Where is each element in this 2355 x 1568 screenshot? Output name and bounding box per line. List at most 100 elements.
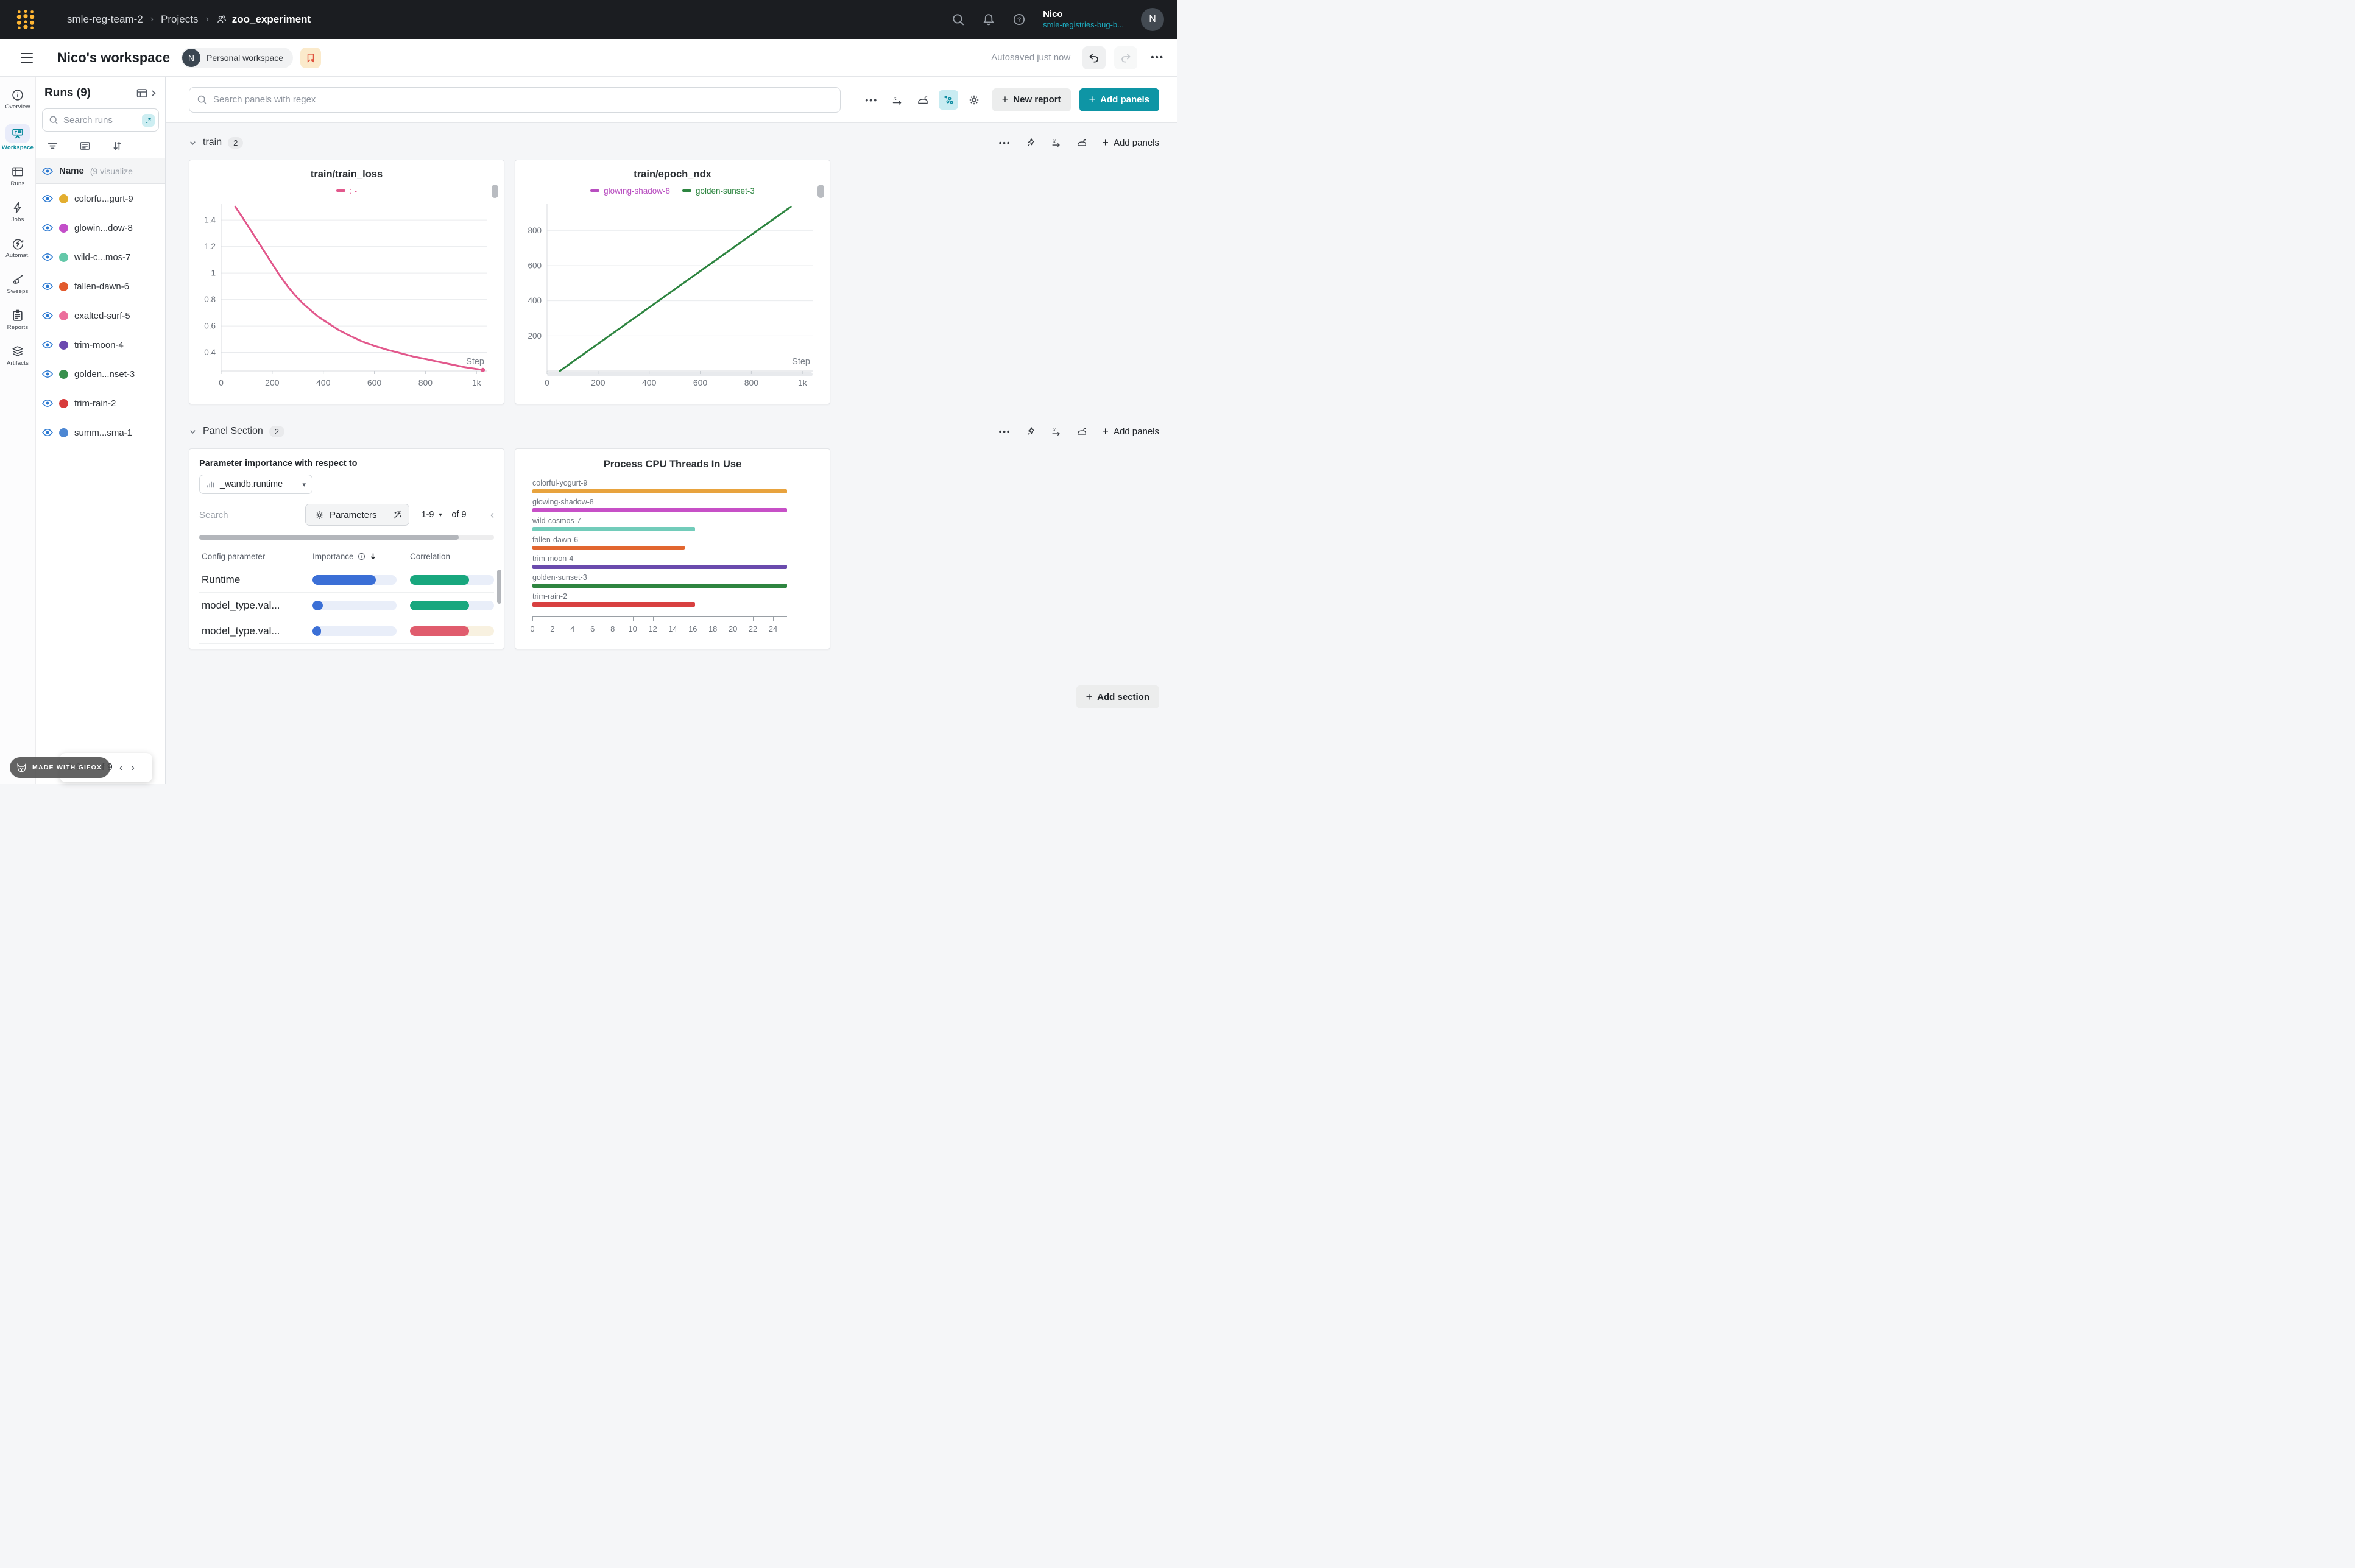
visibility-eye-icon[interactable] [42,194,53,203]
cpu-bar[interactable] [532,546,685,550]
collapse-chevron-icon[interactable] [189,428,197,436]
param-table-row[interactable]: model_type.val... [199,593,494,618]
param-pagination[interactable]: 1-9▼ of 9 [422,510,467,520]
clear-workspace-button[interactable] [300,48,321,68]
cpu-bar[interactable] [532,527,695,531]
new-report-button[interactable]: +New report [992,88,1071,111]
magic-wand-button[interactable] [386,504,409,525]
visibility-eye-icon[interactable] [42,167,53,175]
breadcrumb-project[interactable]: zoo_experiment [216,13,311,26]
section-title[interactable]: train [203,137,222,148]
notifications-bell-icon[interactable] [982,13,995,26]
cpu-bar[interactable] [532,602,695,607]
target-metric-dropdown[interactable]: _wandb.runtime ▾ [199,475,312,494]
legend-entry[interactable]: : - [336,186,357,196]
run-list-item[interactable]: wild-c...mos-7 [36,242,165,272]
panel-epoch-ndx[interactable]: train/epoch_ndx glowing-shadow-8golden-s… [515,160,830,404]
personal-workspace-badge[interactable]: N Personal workspace [181,48,293,68]
group-list-icon[interactable] [79,140,91,152]
runs-list-header[interactable]: Name (9 visualize [36,158,165,184]
wandb-logo-icon[interactable] [15,9,37,30]
col-importance[interactable]: Importance i [312,552,410,561]
cpu-bar[interactable] [532,565,787,569]
user-org-link[interactable]: smle-registries-bug-b... [1043,20,1124,30]
search-icon[interactable] [952,13,965,26]
user-block[interactable]: Nico smle-registries-bug-b... [1043,9,1124,30]
section-more-options-button[interactable]: ••• [999,138,1011,147]
visibility-eye-icon[interactable] [42,253,53,261]
panel-train-loss[interactable]: train/train_loss : - 0.40.60.811.21.4020… [189,160,504,404]
toolbar-more-options-button[interactable]: ••• [862,90,881,110]
runs-search-input[interactable] [63,115,137,125]
panel-parameter-importance[interactable]: Parameter importance with respect to _wa… [189,448,504,649]
visibility-eye-icon[interactable] [42,341,53,349]
sidebar-item-sweeps[interactable]: Sweeps [1,269,35,299]
sort-icon[interactable] [111,140,123,152]
expand-runs-chevron-icon[interactable] [149,89,158,97]
sidebar-item-workspace[interactable]: Workspace [1,120,35,155]
runs-table-icon[interactable] [136,87,148,99]
horizontal-scrollbar[interactable] [199,535,494,540]
breadcrumb-team[interactable]: smle-reg-team-2 [67,13,143,26]
panel-iron-icon[interactable] [1076,426,1087,437]
visibility-eye-icon[interactable] [42,224,53,232]
sidebar-item-runs[interactable]: Runs [1,161,35,191]
param-table-row[interactable]: model_type.val... [199,618,494,644]
section-add-panels-button[interactable]: +Add panels [1102,425,1159,438]
prev-page-button[interactable]: ‹ [118,761,125,774]
col-correlation[interactable]: Correlation [410,552,498,561]
filter-icon[interactable] [47,140,58,152]
run-list-item[interactable]: trim-rain-2 [36,389,165,418]
run-list-item[interactable]: golden...nset-3 [36,359,165,389]
param-search-input[interactable] [199,510,278,520]
vertical-scrollbar[interactable] [497,570,501,604]
add-section-button[interactable]: +Add section [1076,685,1159,708]
panel-cpu-threads[interactable]: Process CPU Threads In Use colorful-yogu… [515,448,830,649]
breadcrumb-projects[interactable]: Projects [161,13,198,26]
workspace-settings-button[interactable] [964,90,984,110]
cpu-bar[interactable] [532,584,787,588]
sidebar-item-jobs[interactable]: Jobs [1,197,35,227]
x-axis-icon[interactable]: x [1051,137,1062,148]
pin-spark-icon[interactable] [1025,137,1036,148]
panel-iron-icon[interactable] [1076,137,1087,148]
visibility-eye-icon[interactable] [42,282,53,291]
visibility-eye-icon[interactable] [42,311,53,320]
section-title[interactable]: Panel Section [203,426,263,437]
parameters-button[interactable]: Parameters [306,504,386,525]
undo-button[interactable] [1082,46,1106,69]
run-list-item[interactable]: trim-moon-4 [36,330,165,359]
legend-entry[interactable]: glowing-shadow-8 [590,186,670,196]
run-list-item[interactable]: summ...sma-1 [36,418,165,447]
scatter-panels-button[interactable] [939,90,958,110]
redo-button[interactable] [1114,46,1137,69]
panel-scroll-pill[interactable] [492,185,498,198]
param-table-row[interactable]: Runtime [199,567,494,593]
user-avatar[interactable]: N [1141,8,1164,31]
run-list-item[interactable]: exalted-surf-5 [36,301,165,330]
x-axis-icon[interactable]: x [1051,426,1062,437]
run-list-item[interactable]: colorfu...gurt-9 [36,184,165,213]
panel-scroll-pill[interactable] [817,185,824,198]
next-page-button[interactable]: › [129,761,136,774]
regex-toggle[interactable]: .* [142,114,155,127]
legend-entry[interactable]: golden-sunset-3 [682,186,755,196]
visibility-eye-icon[interactable] [42,428,53,437]
add-panels-button[interactable]: +Add panels [1079,88,1159,111]
col-config-parameter[interactable]: Config parameter [202,552,312,561]
cpu-bar[interactable] [532,508,787,512]
run-list-item[interactable]: fallen-dawn-6 [36,272,165,301]
header-more-options-button[interactable]: ••• [1151,52,1164,63]
section-add-panels-button[interactable]: +Add panels [1102,136,1159,149]
panel-search-input[interactable] [213,94,833,105]
pin-spark-icon[interactable] [1025,426,1036,437]
visibility-eye-icon[interactable] [42,399,53,408]
sidebar-item-overview[interactable]: Overview [1,84,35,115]
sidebar-item-automations[interactable]: Automat. [1,233,35,263]
param-prev-page-chevron[interactable]: ‹ [490,509,494,521]
menu-hamburger-icon[interactable] [21,53,33,63]
run-list-item[interactable]: glowin...dow-8 [36,213,165,242]
section-more-options-button[interactable]: ••• [999,427,1011,436]
collapse-chevron-icon[interactable] [189,139,197,147]
visibility-eye-icon[interactable] [42,370,53,378]
